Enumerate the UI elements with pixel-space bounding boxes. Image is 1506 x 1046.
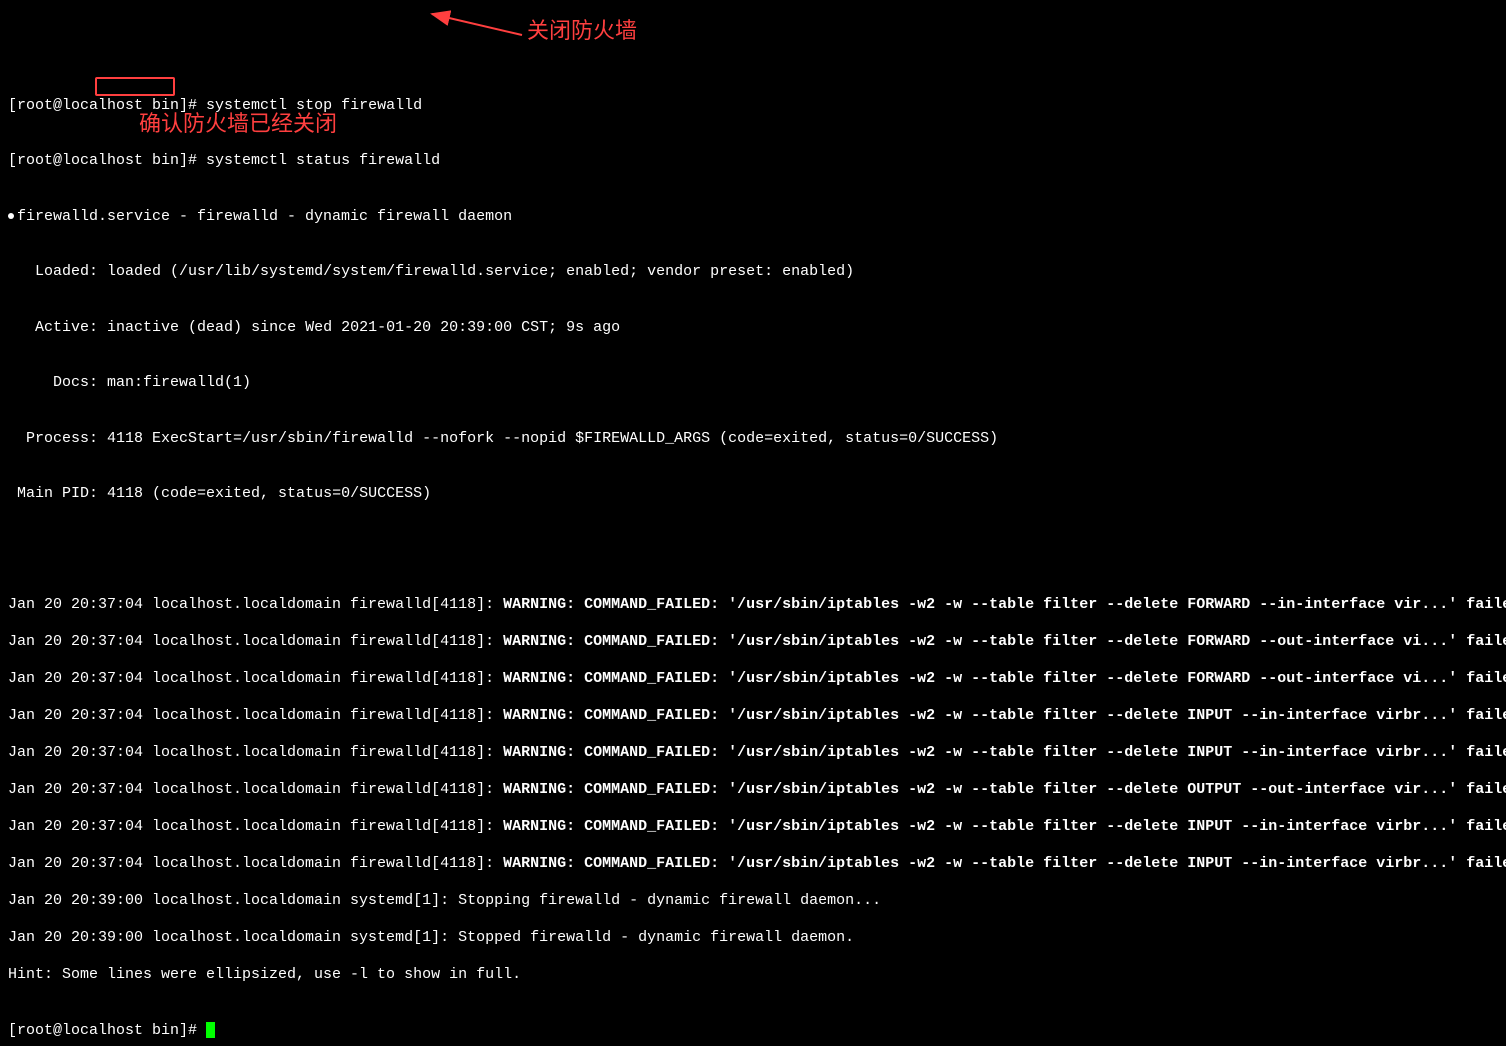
active-dead: (dead) [179, 319, 242, 336]
bullet-icon [8, 213, 14, 219]
mainpid-label: Main PID: [8, 485, 107, 502]
annotation-confirm-closed: 确认防火墙已经关闭 [139, 115, 337, 134]
log-prefix: Jan 20 20:37:04 localhost.localdomain fi… [8, 781, 503, 798]
hint-line: Hint: Some lines were ellipsized, use -l… [8, 966, 1506, 985]
loaded-label: Loaded: [8, 263, 107, 280]
hint-text: Hint: Some lines were ellipsized, use -l… [8, 966, 521, 983]
warning-text: WARNING: COMMAND_FAILED: '/usr/sbin/ipta… [503, 855, 1506, 872]
log-line-warning: Jan 20 20:37:04 localhost.localdomain fi… [8, 707, 1506, 726]
log-prefix: Jan 20 20:37:04 localhost.localdomain fi… [8, 670, 503, 687]
log-text: Jan 20 20:39:00 localhost.localdomain sy… [8, 929, 854, 946]
log-prefix: Jan 20 20:37:04 localhost.localdomain fi… [8, 596, 503, 613]
terminal-line[interactable]: [root@localhost bin]# [8, 1022, 1506, 1041]
log-line-warning: Jan 20 20:37:04 localhost.localdomain fi… [8, 855, 1506, 874]
active-line: Active: inactive (dead) since Wed 2021-0… [8, 319, 1506, 338]
service-header-line: firewalld.service - firewalld - dynamic … [8, 208, 1506, 227]
docs-value: man:firewalld(1) [107, 374, 251, 391]
command: systemctl status firewalld [206, 152, 440, 169]
terminal-line: [root@localhost bin]# systemctl status f… [8, 152, 1506, 171]
process-value: 4118 ExecStart=/usr/sbin/firewalld --nof… [107, 430, 998, 447]
active-label: Active: [8, 319, 107, 336]
annotation-close-firewall: 关闭防火墙 [527, 22, 637, 41]
warning-text: WARNING: COMMAND_FAILED: '/usr/sbin/ipta… [503, 670, 1506, 687]
warning-text: WARNING: COMMAND_FAILED: '/usr/sbin/ipta… [503, 596, 1506, 613]
log-line-warning: Jan 20 20:37:04 localhost.localdomain fi… [8, 670, 1506, 689]
log-line-warning: Jan 20 20:37:04 localhost.localdomain fi… [8, 633, 1506, 652]
log-line-warning: Jan 20 20:37:04 localhost.localdomain fi… [8, 744, 1506, 763]
loaded-line: Loaded: loaded (/usr/lib/systemd/system/… [8, 263, 1506, 282]
log-text: Jan 20 20:39:00 localhost.localdomain sy… [8, 892, 881, 909]
docs-line: Docs: man:firewalld(1) [8, 374, 1506, 393]
warning-text: WARNING: COMMAND_FAILED: '/usr/sbin/ipta… [503, 744, 1506, 761]
log-line: Jan 20 20:39:00 localhost.localdomain sy… [8, 892, 1506, 911]
log-line-warning: Jan 20 20:37:04 localhost.localdomain fi… [8, 818, 1506, 837]
prompt: [root@localhost bin]# [8, 1022, 206, 1039]
active-since: since Wed 2021-01-20 20:39:00 CST; 9s ag… [242, 319, 620, 336]
highlight-box-inactive [95, 77, 175, 96]
warning-text: WARNING: COMMAND_FAILED: '/usr/sbin/ipta… [503, 781, 1506, 798]
warning-text: WARNING: COMMAND_FAILED: '/usr/sbin/ipta… [503, 818, 1506, 835]
log-line-warning: Jan 20 20:37:04 localhost.localdomain fi… [8, 781, 1506, 800]
log-line-warning: Jan 20 20:37:04 localhost.localdomain fi… [8, 596, 1506, 615]
active-state: inactive [107, 319, 179, 336]
log-prefix: Jan 20 20:37:04 localhost.localdomain fi… [8, 744, 503, 761]
warning-text: WARNING: COMMAND_FAILED: '/usr/sbin/ipta… [503, 707, 1506, 724]
process-line: Process: 4118 ExecStart=/usr/sbin/firewa… [8, 430, 1506, 449]
prompt: [root@localhost bin]# [8, 152, 206, 169]
mainpid-line: Main PID: 4118 (code=exited, status=0/SU… [8, 485, 1506, 504]
cursor-icon[interactable] [206, 1022, 215, 1038]
log-prefix: Jan 20 20:37:04 localhost.localdomain fi… [8, 633, 503, 650]
loaded-value: loaded (/usr/lib/systemd/system/firewall… [107, 263, 854, 280]
log-line: Jan 20 20:39:00 localhost.localdomain sy… [8, 929, 1506, 948]
blank-line [8, 541, 1506, 560]
log-prefix: Jan 20 20:37:04 localhost.localdomain fi… [8, 855, 503, 872]
process-label: Process: [8, 430, 107, 447]
mainpid-value: 4118 (code=exited, status=0/SUCCESS) [107, 485, 431, 502]
log-prefix: Jan 20 20:37:04 localhost.localdomain fi… [8, 818, 503, 835]
warning-text: WARNING: COMMAND_FAILED: '/usr/sbin/ipta… [503, 633, 1506, 650]
service-header: firewalld.service - firewalld - dynamic … [17, 208, 512, 225]
log-prefix: Jan 20 20:37:04 localhost.localdomain fi… [8, 707, 503, 724]
docs-label: Docs: [8, 374, 107, 391]
